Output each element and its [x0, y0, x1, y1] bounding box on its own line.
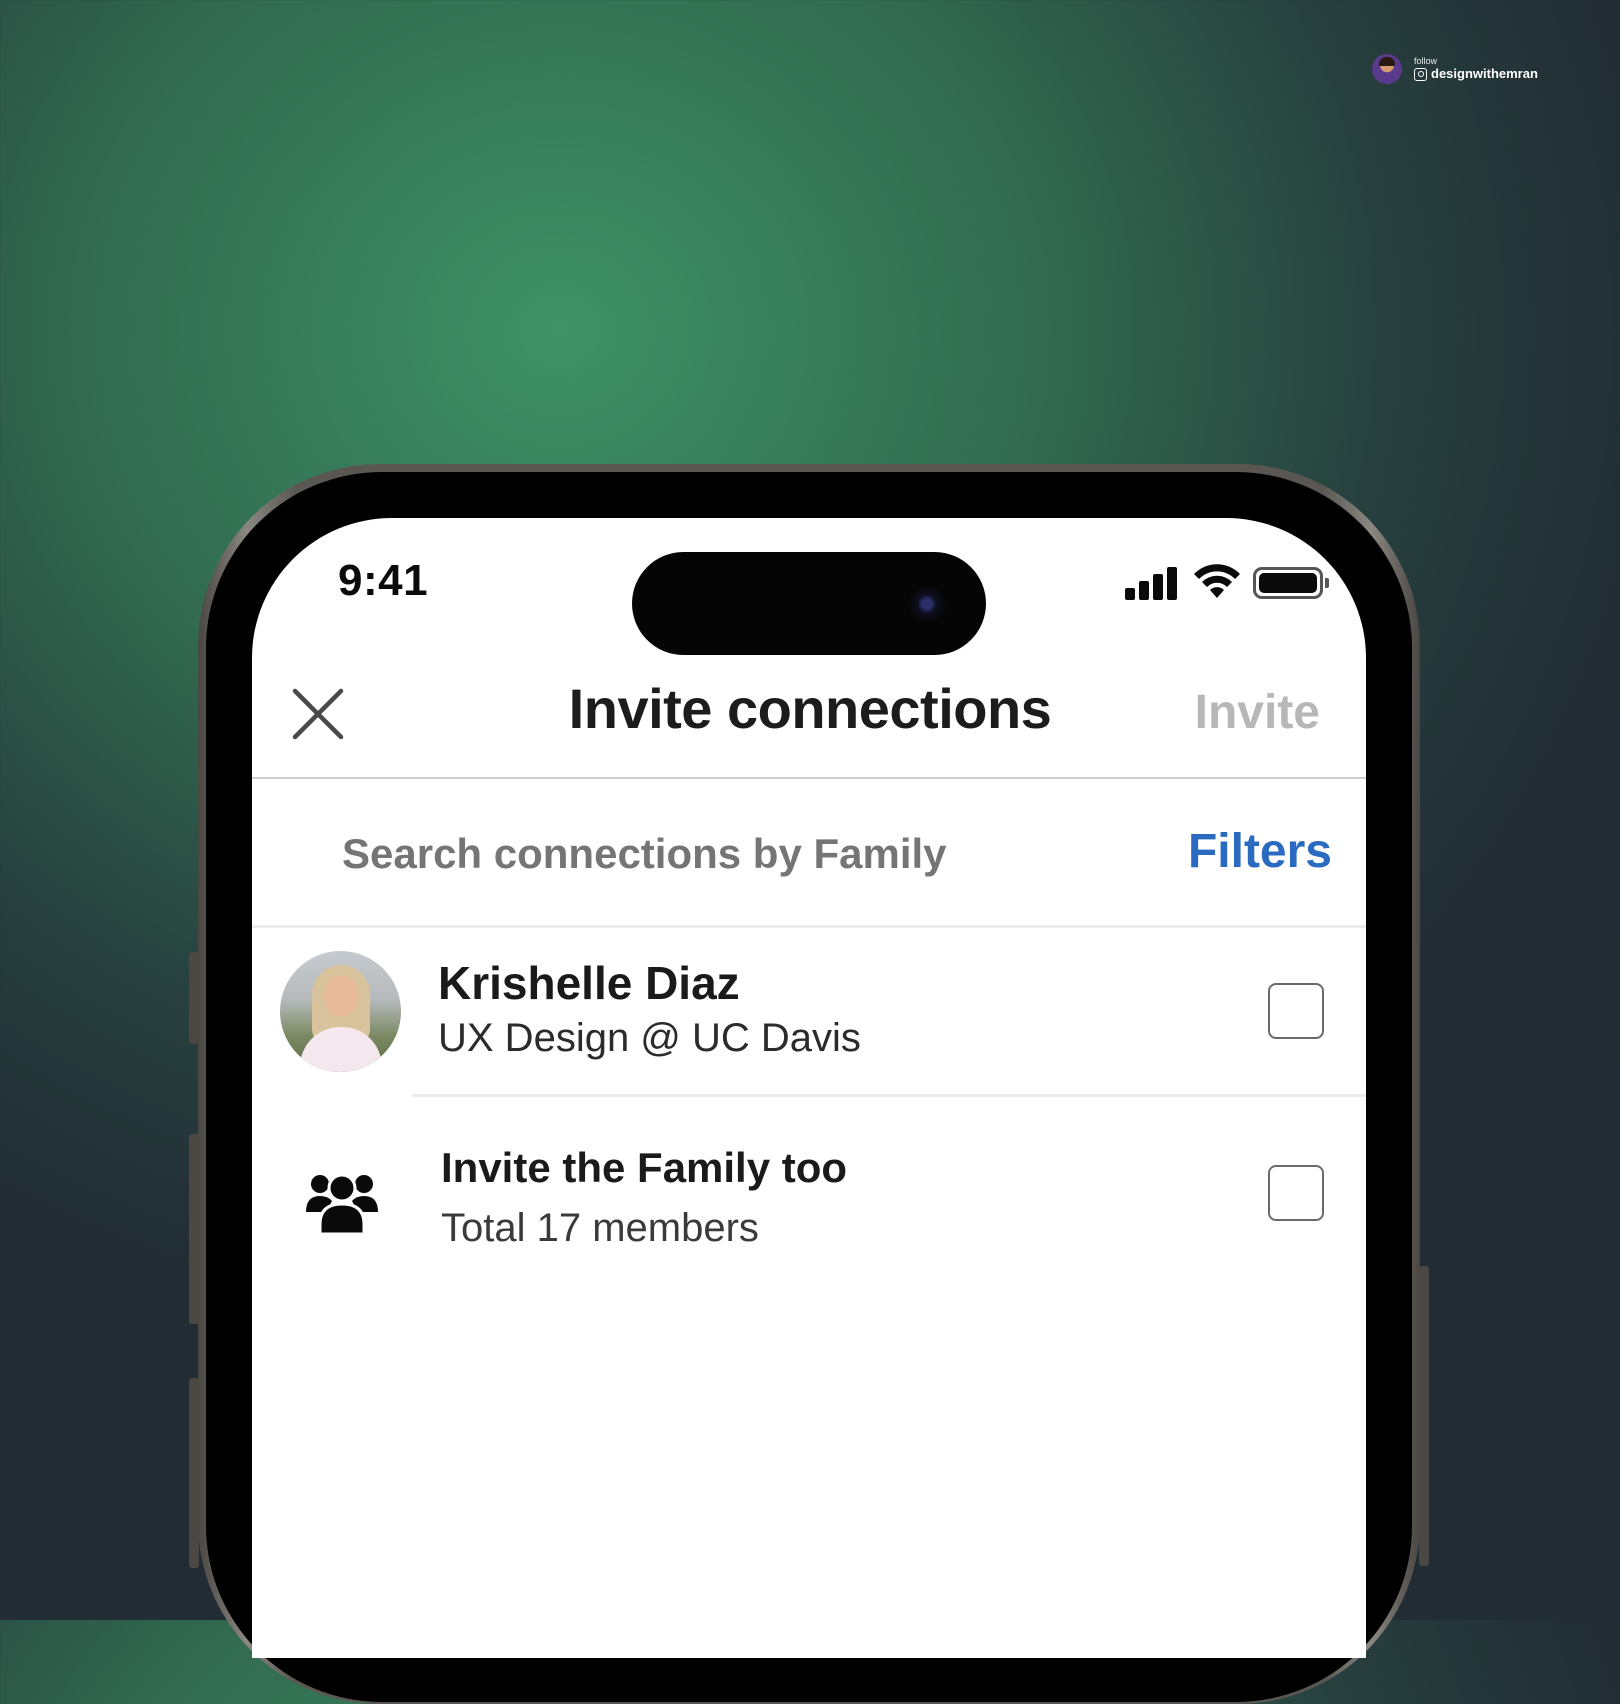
status-time: 9:41 [338, 556, 429, 605]
follow-badge[interactable]: follow designwithemran [1372, 54, 1538, 84]
power-button [1419, 1266, 1429, 1566]
family-invite-title: Invite the Family too [441, 1144, 848, 1191]
battery-icon [1253, 567, 1323, 599]
connection-name: Krishelle Diaz [438, 957, 740, 1009]
family-member-count: Total 17 members [441, 1206, 759, 1250]
search-input[interactable] [342, 830, 1102, 878]
family-checkbox[interactable] [1268, 1165, 1324, 1221]
connection-checkbox[interactable] [1268, 983, 1324, 1039]
follow-label: follow [1414, 56, 1438, 66]
handle-text: designwithemran [1431, 66, 1538, 81]
invite-button[interactable]: Invite [1180, 685, 1320, 740]
header-divider [252, 777, 1366, 779]
battery-cap [1325, 578, 1329, 588]
wifi-icon [1194, 564, 1240, 598]
creator-avatar [1372, 54, 1402, 84]
camera-lens [908, 585, 946, 623]
row-divider [412, 1094, 1366, 1097]
filters-button[interactable]: Filters [1160, 824, 1332, 879]
family-group-icon [306, 1173, 378, 1234]
avatar [280, 951, 401, 1072]
page-title: Invite connections [568, 677, 1052, 740]
close-icon[interactable] [290, 686, 346, 742]
instagram-icon [1414, 67, 1427, 81]
follow-handle[interactable]: designwithemran [1414, 66, 1538, 82]
connection-subtitle: UX Design @ UC Davis [438, 1016, 861, 1060]
search-divider [252, 925, 1366, 928]
